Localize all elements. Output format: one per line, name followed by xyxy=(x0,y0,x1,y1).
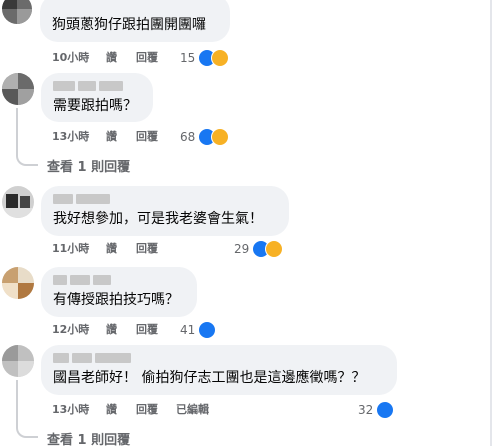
comment-bubble: 需要跟拍嗎？ xyxy=(41,73,153,122)
comment-text: 有傳授跟拍技巧嗎？ xyxy=(53,292,179,308)
avatar[interactable] xyxy=(2,267,34,299)
reply-thread-line xyxy=(16,108,38,166)
haha-icon xyxy=(211,49,230,67)
haha-icon xyxy=(211,128,230,146)
like-button[interactable]: 讚 xyxy=(106,130,117,144)
reply-button[interactable]: 回覆 xyxy=(136,403,158,417)
comment-text: 我好想參加，可是我老婆會生氣！ xyxy=(53,211,263,227)
reaction-summary[interactable]: 15 xyxy=(180,48,230,68)
reply-button[interactable]: 回覆 xyxy=(136,130,158,144)
comment-actions: 13小時 讚 回覆 已編輯 xyxy=(52,403,312,417)
comment-actions: 11小時 讚 回覆 xyxy=(52,242,252,256)
like-button[interactable]: 讚 xyxy=(106,51,117,65)
reply-button[interactable]: 回覆 xyxy=(136,323,158,337)
comment-time[interactable]: 12小時 xyxy=(52,323,89,337)
like-icon xyxy=(376,401,395,419)
avatar[interactable] xyxy=(2,345,34,377)
comment-bubble: 有傳授跟拍技巧嗎？ xyxy=(41,267,197,317)
reaction-count: 41 xyxy=(180,323,196,337)
haha-icon xyxy=(265,240,284,258)
reaction-summary[interactable]: 32 xyxy=(358,400,395,420)
commenter-name-blurred[interactable] xyxy=(53,194,110,206)
comment-time[interactable]: 11小時 xyxy=(52,242,89,256)
comment-text: 國昌老師好！ 偷拍狗仔志工團也是這邊應徵嗎？？ xyxy=(53,370,366,386)
reply-thread-line xyxy=(16,380,38,438)
reaction-summary[interactable]: 29 xyxy=(234,239,284,259)
reply-button[interactable]: 回覆 xyxy=(136,242,158,256)
like-button[interactable]: 讚 xyxy=(106,242,117,256)
reply-button[interactable]: 回覆 xyxy=(136,51,158,65)
reaction-summary[interactable]: 68 xyxy=(180,127,230,147)
view-replies-link[interactable]: 查看 1 則回覆 xyxy=(47,156,130,175)
edited-label: 已編輯 xyxy=(176,403,209,416)
comment-time[interactable]: 13小時 xyxy=(52,403,89,417)
comment-text: 需要跟拍嗎？ xyxy=(53,98,137,114)
avatar[interactable] xyxy=(2,186,34,218)
view-replies-link[interactable]: 查看 1 則回覆 xyxy=(47,429,130,448)
comment-time[interactable]: 13小時 xyxy=(52,130,89,144)
reaction-count: 29 xyxy=(234,242,250,256)
comment-time[interactable]: 10小時 xyxy=(52,51,89,65)
reaction-count: 15 xyxy=(180,51,196,65)
comment-bubble: 狗頭蔥狗仔跟拍團開團囉 xyxy=(40,0,230,42)
commenter-name-blurred[interactable] xyxy=(53,275,111,287)
reaction-count: 32 xyxy=(358,403,374,417)
like-icon xyxy=(198,321,217,339)
comment-bubble: 我好想參加，可是我老婆會生氣！ xyxy=(41,186,289,236)
reaction-count: 68 xyxy=(180,130,196,144)
avatar[interactable] xyxy=(2,0,32,24)
commenter-name-blurred[interactable] xyxy=(53,353,131,365)
commenter-name-blurred[interactable] xyxy=(53,81,123,93)
like-button[interactable]: 讚 xyxy=(106,323,117,337)
comment-actions: 12小時 讚 回覆 xyxy=(52,323,252,337)
reaction-summary[interactable]: 41 xyxy=(180,320,217,340)
like-button[interactable]: 讚 xyxy=(106,403,117,417)
comment-bubble: 國昌老師好！ 偷拍狗仔志工團也是這邊應徵嗎？？ xyxy=(41,345,397,395)
comment-text: 狗頭蔥狗仔跟拍團開團囉 xyxy=(52,17,206,33)
avatar[interactable] xyxy=(2,73,34,105)
